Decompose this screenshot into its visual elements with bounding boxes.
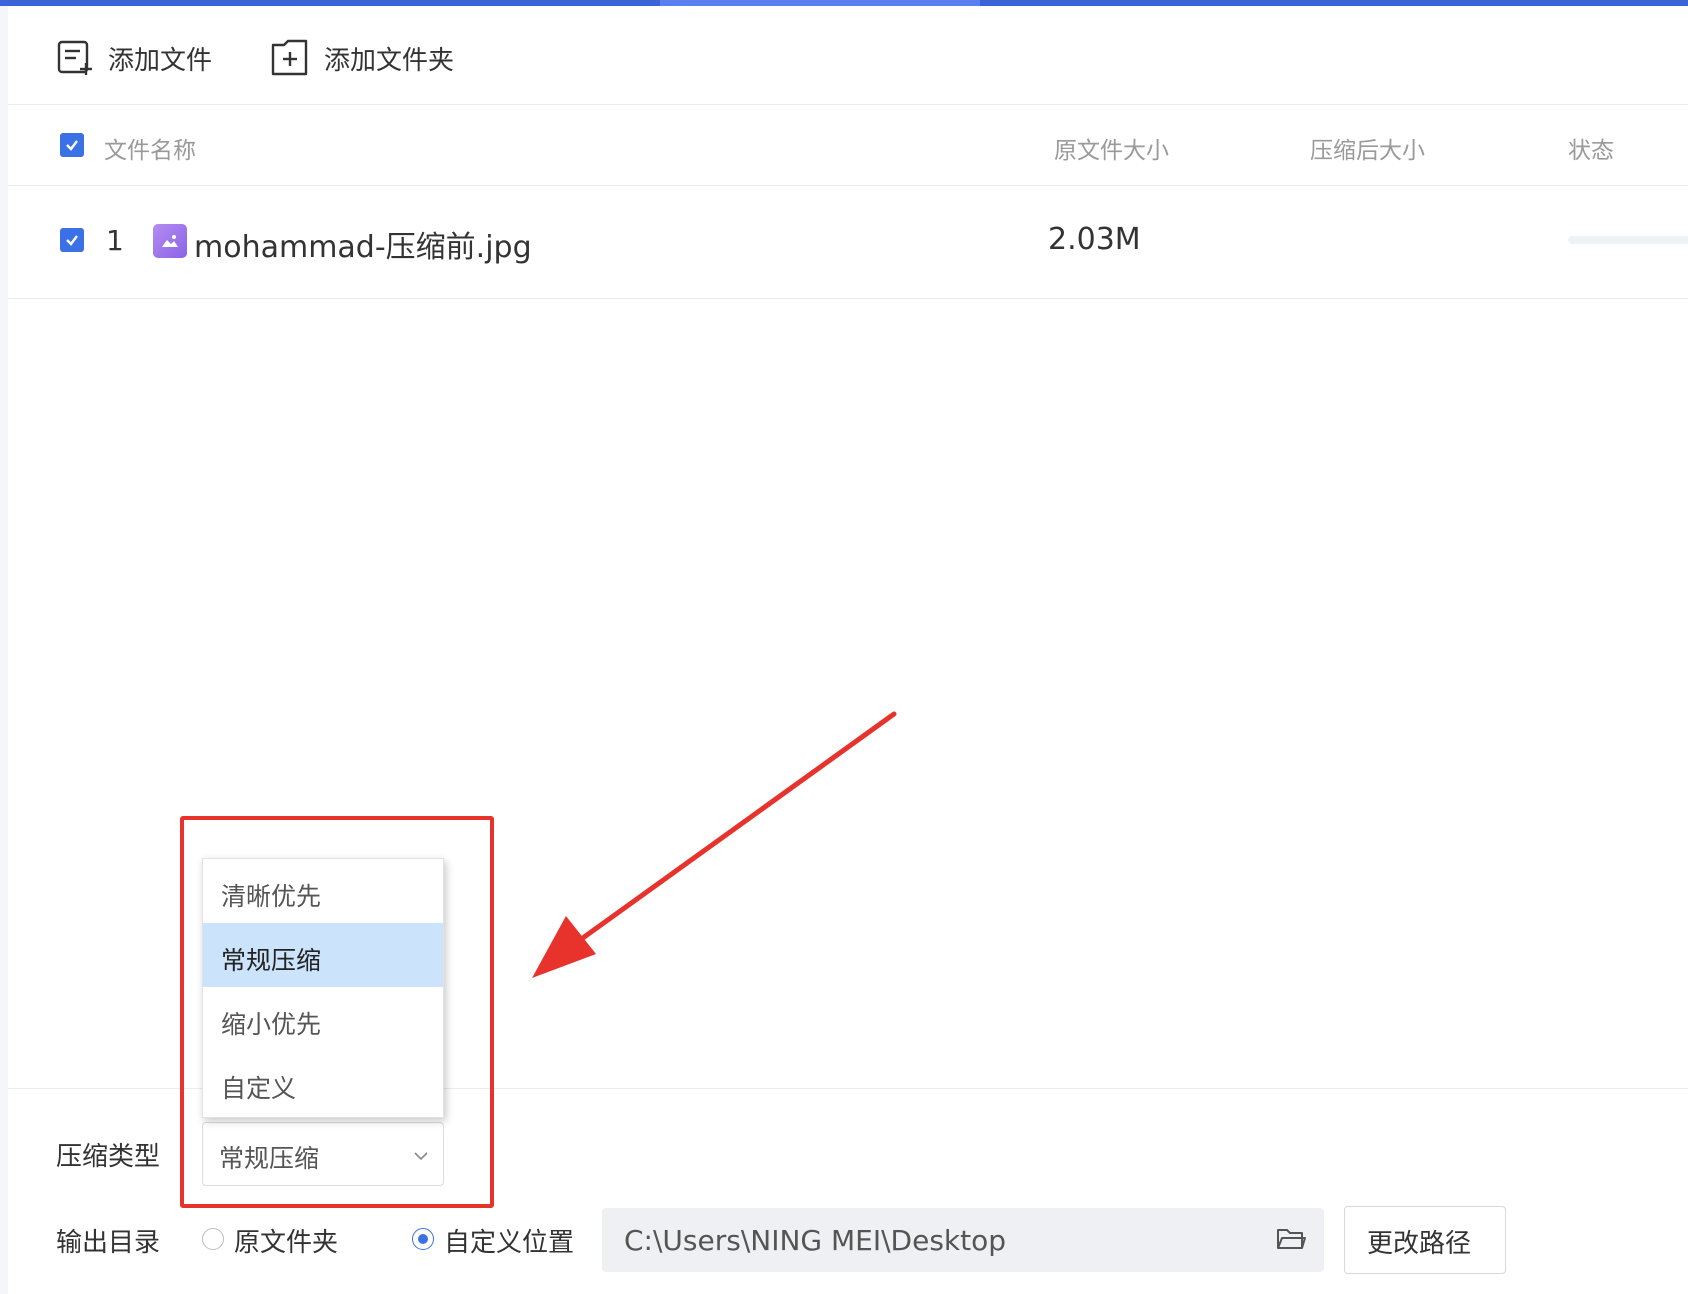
radio-custom-location-label[interactable]: 自定义位置	[444, 1222, 574, 1259]
file-name: mohammad-压缩前.jpg	[194, 230, 532, 265]
compress-type-value: 常规压缩	[219, 1144, 320, 1173]
column-header-compressed-size[interactable]: 压缩后大小	[1310, 131, 1425, 165]
column-header-original-size[interactable]: 原文件大小	[1054, 131, 1169, 165]
change-path-button[interactable]: 更改路径	[1344, 1206, 1506, 1274]
status-progress-bar	[1568, 236, 1688, 244]
table-row[interactable]: 1 mohammad-压缩前.jpg 2.03M	[8, 186, 1688, 299]
row-index: 1	[106, 224, 124, 257]
option-normal-compress[interactable]: 常规压缩	[203, 923, 443, 987]
add-folder-button[interactable]: 添加文件夹	[270, 36, 454, 80]
compress-type-label: 压缩类型	[56, 1142, 161, 1172]
select-all-checkbox[interactable]	[60, 133, 84, 157]
option-label: 自定义	[221, 1074, 297, 1103]
left-edge	[0, 6, 8, 1294]
check-icon	[66, 140, 78, 151]
option-label: 清晰优先	[221, 882, 322, 911]
add-file-button[interactable]: 添加文件	[56, 36, 212, 80]
column-header-status[interactable]: 状态	[1568, 131, 1614, 165]
table-header: 文件名称 原文件大小 压缩后大小 状态	[8, 105, 1688, 186]
change-path-label: 更改路径	[1367, 1229, 1472, 1259]
add-file-icon	[56, 39, 94, 77]
radio-custom-location[interactable]	[412, 1228, 434, 1250]
original-size-value: 2.03M	[1048, 222, 1141, 257]
column-header-name[interactable]: 文件名称	[104, 131, 196, 165]
output-path-field[interactable]: C:\Users\NING MEI\Desktop	[602, 1208, 1324, 1272]
folder-open-icon[interactable]	[1276, 1226, 1306, 1256]
image-file-icon	[153, 224, 187, 258]
add-folder-icon	[270, 39, 310, 77]
output-dir-label: 输出目录	[56, 1228, 161, 1258]
option-label: 缩小优先	[221, 1010, 322, 1039]
toolbar: 添加文件 添加文件夹	[8, 6, 1688, 105]
compress-type-dropdown: 清晰优先 常规压缩 缩小优先 自定义	[202, 858, 444, 1118]
option-label: 常规压缩	[221, 946, 322, 975]
row-checkbox[interactable]	[60, 228, 84, 252]
compress-type-select[interactable]: 常规压缩	[202, 1122, 444, 1186]
option-smaller-first[interactable]: 缩小优先	[203, 987, 443, 1051]
add-file-label: 添加文件	[108, 45, 213, 76]
radio-original-folder-label[interactable]: 原文件夹	[234, 1222, 338, 1259]
output-path-text: C:\Users\NING MEI\Desktop	[624, 1224, 1007, 1257]
add-folder-label: 添加文件夹	[324, 45, 455, 76]
radio-original-folder[interactable]	[202, 1228, 224, 1250]
chevron-down-icon	[413, 1147, 429, 1166]
option-clarity-first[interactable]: 清晰优先	[203, 859, 443, 923]
check-icon	[66, 235, 78, 246]
option-custom[interactable]: 自定义	[203, 1051, 443, 1115]
